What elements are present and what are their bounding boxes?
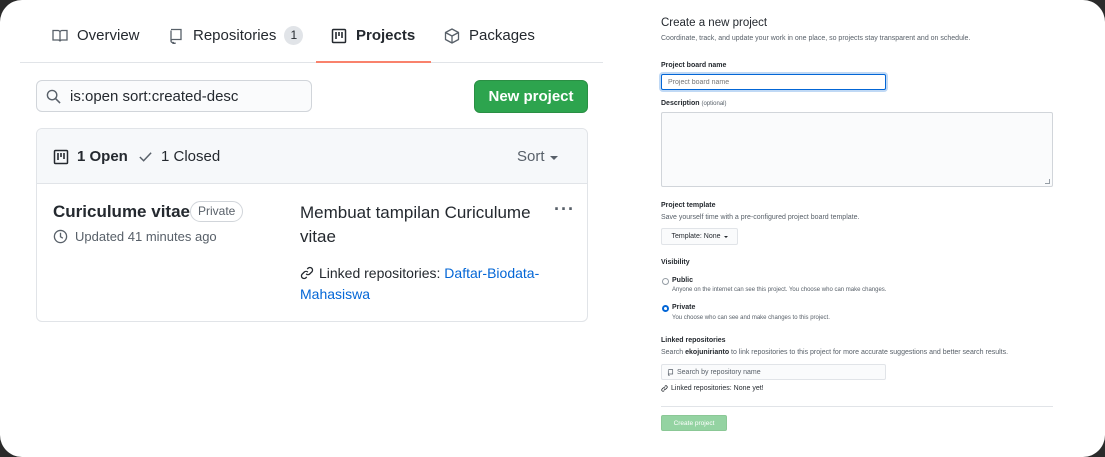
tab-projects-label: Projects [356, 27, 416, 44]
linked-prefix: Linked repositories: [319, 265, 441, 281]
sort-label: Sort [517, 148, 545, 165]
template-dropdown-label: Template: None [671, 233, 721, 240]
book-icon [52, 29, 68, 42]
resize-handle-icon[interactable] [1045, 179, 1050, 184]
optional-tag: (optional) [701, 101, 727, 107]
project-icon [331, 28, 347, 44]
project-menu-icon[interactable]: ··· [554, 199, 575, 220]
search-input[interactable] [70, 87, 300, 105]
projects-list: 1 Open 1 Closed Sort Curiculume vitae Pr… [36, 128, 588, 322]
linked-repos-note: Search ekojunirianto to link repositorie… [661, 349, 1008, 356]
project-updated-text: Updated 41 minutes ago [75, 229, 217, 244]
description-label: Description (optional) [661, 100, 726, 107]
profile-tabs: Overview Repositories 1 Projects Package… [20, 0, 603, 63]
template-label: Project template [661, 202, 716, 209]
project-search[interactable] [36, 80, 312, 112]
link-icon [661, 385, 668, 392]
repo-search-field[interactable]: Search by repository name [661, 364, 886, 380]
linked-repos-label: Linked repositories [661, 337, 726, 344]
private-label: Private [672, 304, 696, 311]
window: Overview Repositories 1 Projects Package… [0, 0, 1105, 457]
tab-repositories[interactable]: Repositories 1 [168, 26, 304, 63]
caret-down-icon [549, 155, 558, 160]
sort-dropdown[interactable]: Sort [517, 148, 558, 165]
search-icon [46, 89, 61, 104]
tab-packages-label: Packages [469, 27, 535, 44]
filter-open-label: 1 Open [77, 148, 128, 165]
name-label: Project board name [661, 62, 727, 69]
linked-note-user: ekojunirianto [685, 349, 730, 356]
projects-list-header: 1 Open 1 Closed Sort [37, 129, 587, 184]
template-note: Save yourself time with a pre-configured… [661, 214, 860, 221]
private-radio[interactable] [662, 305, 669, 312]
template-dropdown[interactable]: Template: None [661, 228, 738, 245]
visibility-label: Visibility [661, 259, 690, 266]
project-title-link[interactable]: Curiculume vitae [53, 202, 190, 222]
public-label: Public [672, 277, 694, 284]
filter-open[interactable]: 1 Open [53, 148, 128, 165]
project-linked-repos: Linked repositories: Daftar-Biodata-Maha… [300, 263, 540, 305]
repo-icon [667, 368, 674, 376]
description-textarea[interactable] [661, 112, 1053, 187]
public-radio[interactable] [662, 278, 669, 285]
tab-repositories-label: Repositories [193, 27, 277, 44]
description-label-text: Description [661, 100, 700, 107]
public-note: Anyone on the internet can see this proj… [672, 287, 887, 293]
visibility-badge: Private [190, 201, 244, 222]
project-icon [53, 149, 69, 164]
form-title: Create a new project [661, 17, 768, 29]
tab-overview-label: Overview [77, 27, 140, 44]
private-note: You choose who can see and make changes … [672, 315, 830, 321]
filter-closed-label: 1 Closed [161, 148, 221, 165]
form-divider [661, 406, 1053, 407]
linked-status-text: Linked repositories: None yet! [671, 385, 764, 392]
project-name-input[interactable] [661, 74, 886, 90]
linked-note-prefix: Search [661, 349, 684, 356]
tab-overview[interactable]: Overview [52, 27, 140, 63]
projects-panel: Overview Repositories 1 Projects Package… [20, 0, 605, 457]
package-icon [444, 28, 460, 44]
project-description: Membuat tampilan Curiculume vitae [300, 203, 531, 246]
form-subtitle: Coordinate, track, and update your work … [661, 35, 971, 42]
linked-repos-status: Linked repositories: None yet! [661, 385, 764, 392]
caret-down-icon [723, 235, 728, 238]
tab-packages[interactable]: Packages [444, 27, 535, 63]
project-updated: Updated 41 minutes ago [53, 229, 217, 244]
clock-icon [53, 229, 68, 244]
check-icon [139, 152, 152, 162]
repo-search-placeholder: Search by repository name [677, 368, 761, 376]
tab-projects[interactable]: Projects [315, 27, 432, 63]
repo-icon [170, 28, 182, 44]
linked-note-suffix: to link repositories to this project for… [731, 349, 1009, 356]
link-icon [300, 266, 314, 280]
new-project-form: Create a new project Coordinate, track, … [661, 0, 1061, 457]
create-project-button[interactable]: Create project [661, 415, 727, 431]
repositories-count: 1 [284, 26, 304, 45]
filter-closed[interactable]: 1 Closed [138, 148, 220, 165]
new-project-button[interactable]: New project [474, 80, 588, 113]
